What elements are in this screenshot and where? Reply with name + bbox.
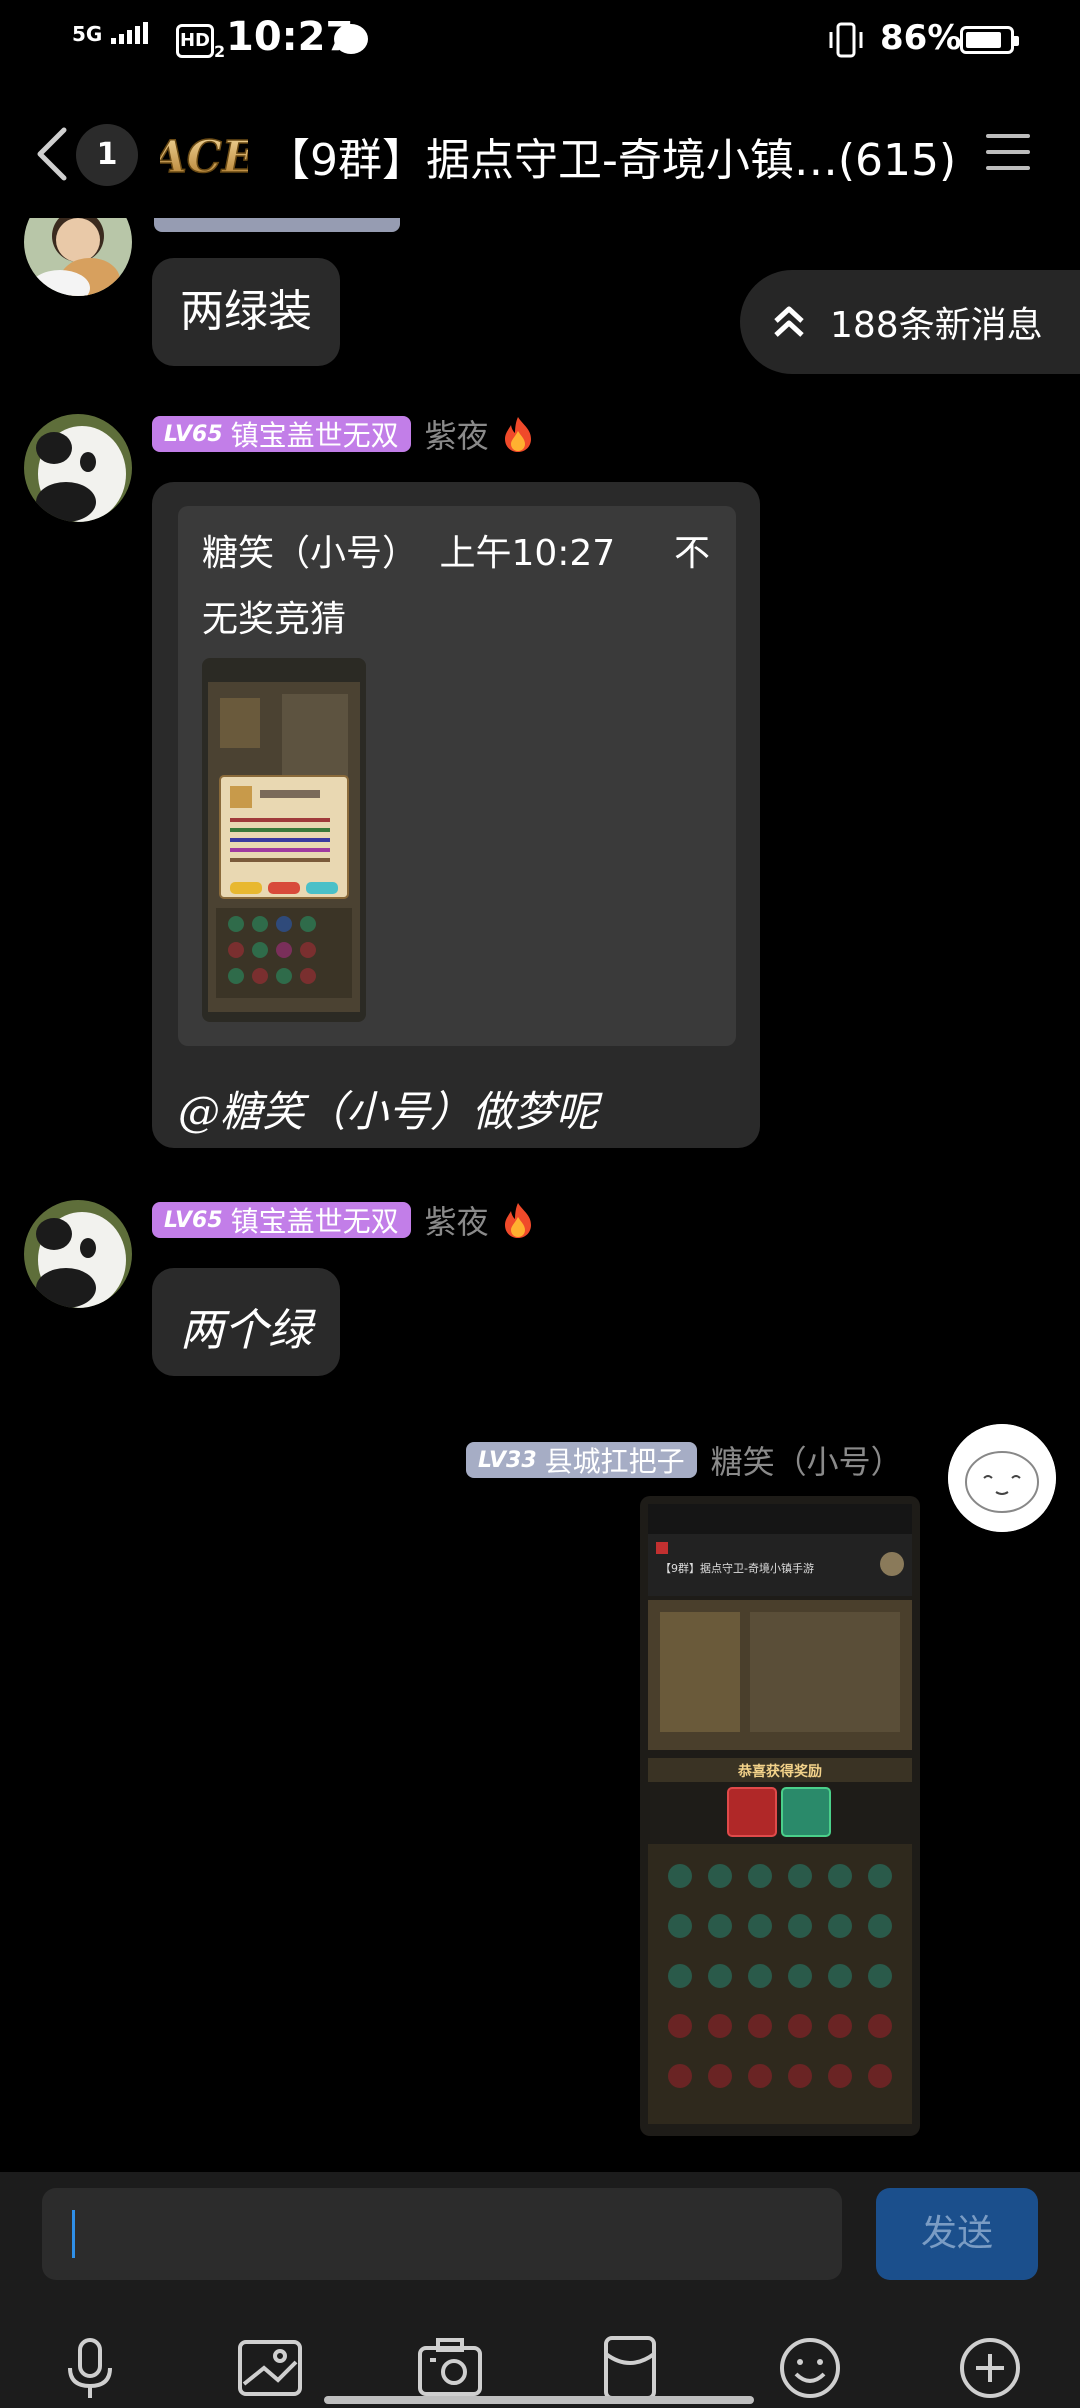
avatar[interactable] <box>24 1200 132 1308</box>
menu-icon[interactable] <box>984 128 1032 176</box>
status-bar: 5G HD 2 10:27 86% <box>0 0 1080 84</box>
red-packet-icon[interactable] <box>594 2332 666 2404</box>
level-number: LV33 <box>478 1447 537 1473</box>
sender-line: LV65 镇宝盖世无双 紫夜 <box>152 411 535 457</box>
sender-name[interactable]: 紫夜 <box>425 411 489 457</box>
message-item: LV65 镇宝盖世无双 紫夜 两个绿 <box>0 1200 1080 1400</box>
chat-list[interactable]: 两绿装 188条新消息 LV65 镇宝盖世无双 紫夜 糖笑（小号） 上午10:2… <box>0 218 1080 2172</box>
hd-label: HD <box>179 30 210 51</box>
quote-suffix: 不 <box>674 533 711 574</box>
message-item: LV33 县城扛把子 糖笑（小号） 【9群】据点守卫-奇境小镇手游 恭喜获得奖励 <box>0 1424 1080 2164</box>
home-indicator[interactable] <box>324 2396 754 2404</box>
image-banner: 恭喜获得奖励 <box>737 1763 822 1780</box>
sender-line: LV65 镇宝盖世无双 紫夜 <box>152 1197 535 1243</box>
message-item: LV65 镇宝盖世无双 紫夜 糖笑（小号） 上午10:27 不 无奖竞猜 <box>0 411 1080 1148</box>
quote-box[interactable]: 糖笑（小号） 上午10:27 不 无奖竞猜 <box>178 506 736 1046</box>
level-title: 县城扛把子 <box>544 1445 685 1478</box>
avatar[interactable] <box>24 414 132 522</box>
new-messages-label: 188条新消息 <box>830 305 1043 346</box>
message-bubble[interactable]: 糖笑（小号） 上午10:27 不 无奖竞猜 <box>152 482 760 1148</box>
signal-bars-icon <box>111 22 149 44</box>
fire-icon <box>504 1203 531 1238</box>
message-bubble[interactable]: 两绿装 <box>152 258 340 366</box>
sender-name[interactable]: 糖笑（小号） <box>711 1437 903 1483</box>
avatar[interactable] <box>948 1424 1056 1532</box>
battery-icon <box>960 26 1019 54</box>
mic-icon[interactable] <box>54 2332 126 2404</box>
signal-indicator: 5G <box>72 22 151 44</box>
double-chevron-up-icon <box>774 306 804 337</box>
level-badge: LV65 镇宝盖世无双 <box>152 1202 411 1238</box>
unread-badge[interactable]: 1 <box>76 124 138 186</box>
quote-image-thumbnail[interactable] <box>202 658 366 1022</box>
image-icon[interactable] <box>234 2332 306 2404</box>
hd-sub: 2 <box>214 42 226 61</box>
message-bubble[interactable]: 两个绿 <box>152 1268 340 1376</box>
message-text: 两个绿 <box>180 1305 312 1356</box>
level-badge <box>154 218 400 232</box>
sender-line: LV33 县城扛把子 糖笑（小号） <box>466 1437 903 1483</box>
quote-header: 糖笑（小号） 上午10:27 <box>202 524 615 576</box>
level-badge: LV65 镇宝盖世无双 <box>152 416 411 452</box>
back-arrow-icon[interactable] <box>30 124 74 184</box>
sender-name[interactable]: 紫夜 <box>425 1197 489 1243</box>
camera-icon[interactable] <box>414 2332 486 2404</box>
send-button[interactable]: 发送 <box>876 2188 1038 2280</box>
battery-percent: 86% <box>880 18 962 58</box>
image-message[interactable]: 【9群】据点守卫-奇境小镇手游 恭喜获得奖励 <box>640 1496 920 2136</box>
image-title: 【9群】据点守卫-奇境小镇手游 <box>660 1561 814 1575</box>
group-avatar[interactable]: ACE <box>160 120 248 190</box>
level-title: 镇宝盖世无双 <box>230 1205 399 1238</box>
chat-header: 1 ACE 【9群】据点守卫-奇境小镇…(615) <box>0 84 1080 218</box>
new-messages-button[interactable]: 188条新消息 <box>740 270 1080 374</box>
level-badge: LV33 县城扛把子 <box>466 1442 697 1478</box>
chat-notification-icon <box>334 24 368 54</box>
fire-icon <box>504 417 531 452</box>
quote-author: 糖笑（小号） <box>202 533 419 574</box>
group-title[interactable]: 【9群】据点守卫-奇境小镇…(615) <box>266 124 976 188</box>
vibrate-icon <box>829 22 863 58</box>
hd-call-icon: HD <box>176 24 214 58</box>
network-type: 5G <box>72 22 103 46</box>
emoji-icon[interactable] <box>774 2332 846 2404</box>
message-text: @糖笑（小号）做梦呢 <box>178 1087 599 1136</box>
group-logo-text: ACE <box>160 132 248 183</box>
level-title: 镇宝盖世无双 <box>230 419 399 452</box>
input-bar: 发送 <box>0 2172 1080 2408</box>
text-caret <box>72 2210 75 2258</box>
message-text: 两绿装 <box>180 286 312 337</box>
avatar[interactable] <box>24 218 132 296</box>
quote-text: 无奖竞猜 <box>202 599 347 640</box>
quote-time: 上午10:27 <box>439 533 616 574</box>
plus-icon[interactable] <box>954 2332 1026 2404</box>
message-input[interactable] <box>42 2188 842 2280</box>
level-number: LV65 <box>164 1207 223 1233</box>
level-number: LV65 <box>164 421 223 447</box>
